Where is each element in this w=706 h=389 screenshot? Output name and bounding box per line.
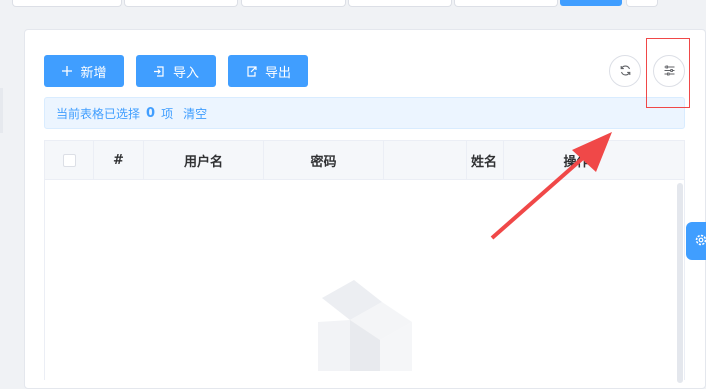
empty-box-icon [314, 272, 414, 372]
export-button[interactable]: 导出 [228, 55, 308, 87]
add-button-label: 新增 [80, 65, 107, 81]
column-header-index: # [94, 141, 144, 179]
selection-count: 0 [146, 105, 156, 121]
top-field-3[interactable] [241, 0, 346, 7]
plus-icon [61, 65, 73, 77]
import-icon [153, 65, 166, 78]
top-field-1[interactable] [12, 0, 122, 7]
export-icon [245, 65, 258, 78]
annotation-arrow [490, 132, 612, 240]
add-button[interactable]: 新增 [44, 55, 124, 87]
refresh-icon [619, 62, 632, 81]
import-button-label: 导入 [172, 65, 199, 81]
select-all-checkbox[interactable] [62, 153, 76, 167]
selection-suffix: 项 [161, 106, 174, 121]
export-button-label: 导出 [264, 65, 291, 81]
clear-selection-link[interactable]: 清空 [183, 105, 207, 122]
column-header-username: 用户名 [144, 141, 264, 179]
side-settings-tab[interactable] [686, 222, 706, 260]
annotation-highlight-box [646, 38, 690, 108]
refresh-button[interactable] [609, 55, 641, 87]
top-field-2[interactable] [124, 0, 238, 7]
import-button[interactable]: 导入 [136, 55, 216, 87]
top-reset-button[interactable] [626, 0, 658, 7]
top-field-5[interactable] [454, 0, 558, 7]
top-search-button[interactable] [560, 0, 622, 6]
selection-prefix: 当前表格已选择 [56, 106, 141, 121]
sidebar-edge [0, 88, 3, 133]
top-field-4[interactable] [348, 0, 452, 7]
gear-icon [694, 232, 706, 251]
table-scrollbar[interactable] [677, 183, 683, 383]
select-all-cell[interactable] [45, 141, 94, 179]
column-header-password: 密码 [264, 141, 384, 179]
